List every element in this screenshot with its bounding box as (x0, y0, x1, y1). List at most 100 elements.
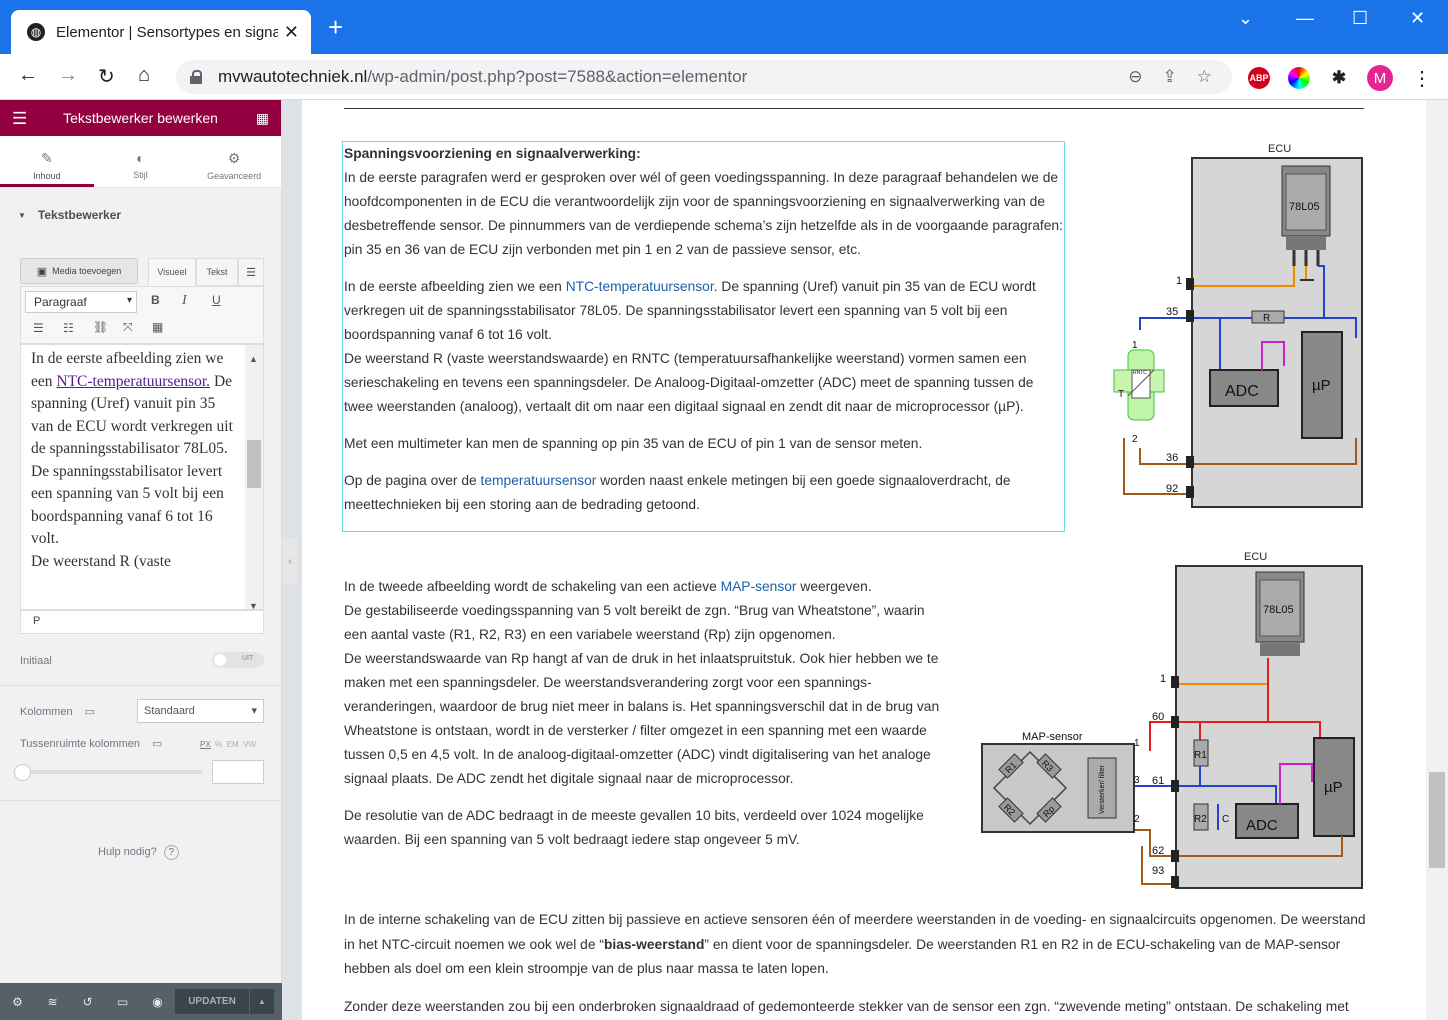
hamburger-menu-icon[interactable]: ☰ (12, 109, 27, 129)
section-tekstbewerker[interactable]: ▼ Tekstbewerker (0, 198, 281, 232)
underline-icon[interactable]: U (212, 293, 221, 307)
ntc-circuit-diagram: ECU 78L05 R ADC µP 1 35 36 92 RNTC T 1 2 (1113, 143, 1363, 508)
initial-toggle[interactable]: UIT (212, 652, 264, 668)
editor-content[interactable]: In de eerste afbeelding zien we een NTC-… (20, 344, 264, 610)
text-block-2[interactable]: In de tweede afbeelding wordt de schakel… (344, 575, 948, 865)
editor-scrollbar[interactable]: ▲ ▼ (245, 345, 263, 609)
temperature-sensor-link[interactable]: temperatuursensor (481, 473, 597, 488)
columns-label: Kolommen ▭ (20, 706, 95, 718)
address-bar[interactable]: mvwautotechniek.nl/wp-admin/post.php?pos… (176, 60, 1232, 94)
svg-text:µP: µP (1324, 779, 1343, 796)
update-button[interactable]: UPDATEN (175, 989, 249, 1014)
column-gap-input[interactable] (212, 760, 264, 784)
new-tab-icon[interactable]: + (328, 14, 343, 40)
unit-em[interactable]: EM (227, 740, 239, 749)
responsive-mode-icon[interactable]: ▭ (105, 995, 140, 1009)
divider (344, 108, 1364, 109)
bold-icon[interactable]: B (151, 293, 160, 307)
maximize-icon[interactable]: ☐ (1352, 8, 1368, 29)
format-select[interactable]: Paragraaf (25, 291, 137, 313)
map-sensor-circuit-diagram: ECU 78L05 R1 R2 C ADC µP 1 60 61 62 93 M… (981, 551, 1363, 889)
unit-switcher: PX % EM VW (200, 740, 256, 749)
minimize-icon[interactable]: — (1296, 8, 1314, 29)
kitchen-sink-icon[interactable]: ☰ (238, 258, 264, 286)
tab-inhoud[interactable]: ✎ Inhoud (0, 136, 94, 187)
svg-text:61: 61 (1152, 775, 1164, 787)
svg-text:ECU: ECU (1268, 143, 1291, 155)
svg-text:MAP-sensor: MAP-sensor (1022, 731, 1083, 743)
text-block-1[interactable]: Spanningsvoorziening en signaalverwerkin… (344, 142, 1064, 530)
browser-menu-icon[interactable]: ⋮ (1412, 66, 1432, 91)
gear-icon: ⚙ (227, 150, 241, 166)
ntc-link[interactable]: NTC-temperatuursensor (566, 279, 714, 294)
panel-footer: ⚙ ≋ ↺ ▭ ◉ UPDATEN ▲ (0, 983, 282, 1020)
tab-title: Elementor | Sensortypes en signaalverwer… (56, 23, 278, 41)
unit-percent[interactable]: % (215, 740, 222, 749)
zoom-icon[interactable]: ⊖ (1128, 67, 1142, 87)
forward-icon[interactable]: → (58, 64, 78, 87)
svg-text:35: 35 (1166, 306, 1178, 318)
svg-text:Versterker/ filter: Versterker/ filter (1099, 764, 1106, 814)
bullet-list-icon[interactable]: ☰ (33, 321, 44, 335)
adblock-icon[interactable]: ABP (1248, 67, 1270, 89)
reload-icon[interactable]: ↻ (98, 64, 115, 89)
numbered-list-icon[interactable]: ☷ (63, 321, 74, 335)
tab-visual[interactable]: Visueel (148, 258, 196, 286)
widgets-grid-icon[interactable]: ▦ (256, 110, 269, 127)
url-path: /wp-admin/post.php?post=7588&action=elem… (367, 67, 748, 86)
fullscreen-icon[interactable]: ⤧ (123, 320, 133, 335)
browser-tab[interactable]: ◍ Elementor | Sensortypes en signaalverw… (11, 10, 311, 54)
italic-icon[interactable]: I (182, 293, 187, 309)
close-tab-icon[interactable]: ✕ (284, 22, 299, 43)
svg-text:36: 36 (1166, 452, 1178, 464)
desktop-icon: ▭ (152, 738, 163, 750)
navigator-layers-icon[interactable]: ≋ (35, 995, 70, 1009)
tab-geavanceerd[interactable]: ⚙ Geavanceerd (187, 136, 281, 187)
svg-text:R2: R2 (1194, 814, 1207, 825)
page-scrollbar[interactable] (1426, 100, 1448, 1020)
editor-ntc-link[interactable]: NTC-temperatuursensor. (56, 373, 210, 390)
extensions-puzzle-icon[interactable]: ✱ (1328, 67, 1350, 89)
text-block-3[interactable]: In de interne schakeling van de ECU zitt… (344, 908, 1368, 1020)
svg-text:RNTC: RNTC (1133, 370, 1147, 376)
tab-stijl[interactable]: ◐ Stijl (94, 136, 188, 187)
share-icon[interactable]: ⇪ (1163, 67, 1177, 87)
element-path: P (20, 610, 264, 634)
svg-text:ADC: ADC (1225, 383, 1259, 400)
svg-text:C: C (1222, 814, 1229, 825)
column-gap-label: Tussenruimte kolommen ▭ (20, 738, 163, 750)
collapse-panel-icon[interactable]: ‹ (282, 538, 298, 584)
scroll-down-icon[interactable]: ▼ (249, 595, 258, 609)
home-icon[interactable]: ⌂ (138, 64, 150, 87)
browser-toolbar: ← → ↻ ⌂ mvwautotechniek.nl/wp-admin/post… (0, 54, 1448, 100)
unit-px[interactable]: PX (200, 740, 211, 749)
toolbar-toggle-icon[interactable]: ▦ (152, 320, 163, 334)
desktop-icon: ▭ (84, 706, 95, 718)
bookmark-star-icon[interactable]: ☆ (1197, 67, 1212, 87)
close-window-icon[interactable]: ✕ (1410, 8, 1425, 29)
tab-text[interactable]: Tekst (196, 258, 238, 286)
svg-text:R: R (1263, 313, 1270, 324)
tab-search-icon[interactable]: ⌄ (1238, 8, 1253, 29)
preview-eye-icon[interactable]: ◉ (140, 995, 175, 1009)
svg-text:ECU: ECU (1244, 551, 1267, 563)
add-media-button[interactable]: ▣ Media toevoegen (20, 258, 138, 284)
svg-text:60: 60 (1152, 711, 1164, 723)
color-picker-icon[interactable] (1288, 67, 1310, 89)
columns-select[interactable]: Standaard (137, 699, 264, 723)
scroll-up-icon[interactable]: ▲ (249, 348, 258, 371)
column-gap-slider[interactable] (14, 764, 202, 781)
update-options-icon[interactable]: ▲ (250, 989, 274, 1014)
map-sensor-link[interactable]: MAP-sensor (721, 579, 797, 594)
media-icon: ▣ (36, 265, 48, 278)
unit-vw[interactable]: VW (243, 740, 256, 749)
question-icon: ? (163, 845, 179, 860)
panel-title: Tekstbewerker bewerken (63, 110, 218, 126)
profile-avatar[interactable]: M (1367, 65, 1393, 91)
help-link[interactable]: Hulp nodig? ? (98, 845, 179, 860)
history-icon[interactable]: ↺ (70, 995, 105, 1009)
back-icon[interactable]: ← (18, 64, 38, 87)
settings-icon[interactable]: ⚙ (0, 995, 35, 1009)
link-icon[interactable]: ⛓ (93, 320, 108, 334)
svg-text:1: 1 (1160, 673, 1166, 685)
